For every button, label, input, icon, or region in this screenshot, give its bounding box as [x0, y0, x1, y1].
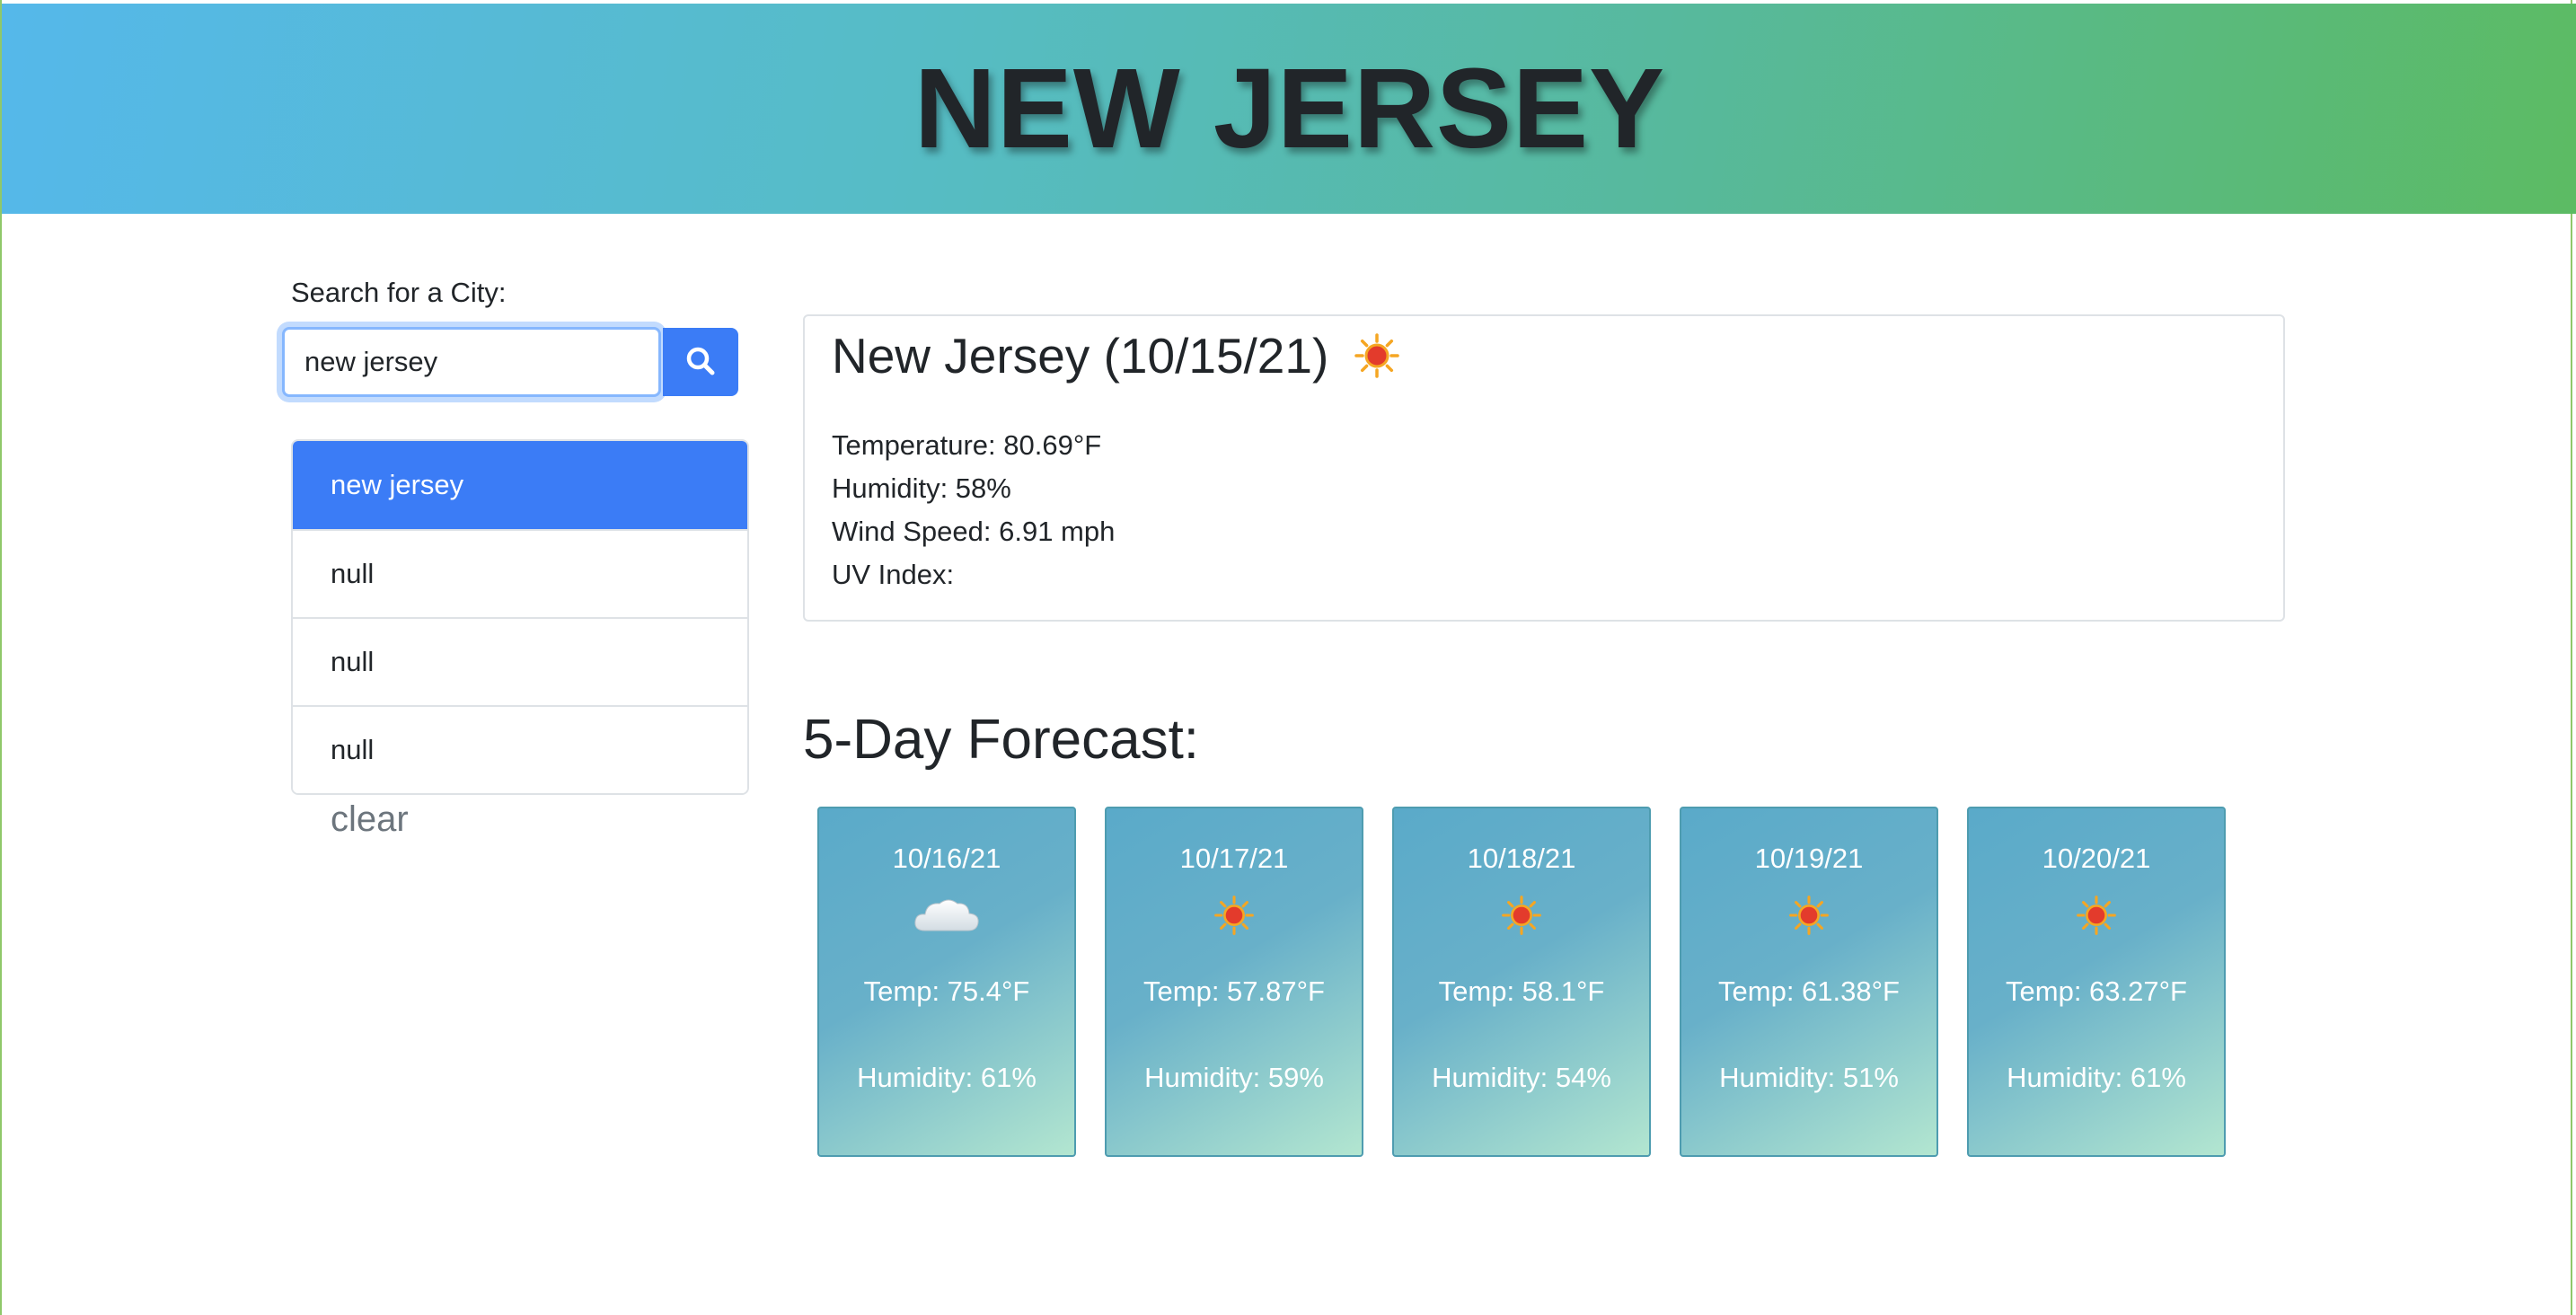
sun-icon [1969, 895, 2224, 936]
forecast-temp: Temp: 63.27°F [2006, 975, 2187, 1007]
forecast-heading: 5-Day Forecast: [803, 709, 1200, 771]
search-input[interactable] [282, 327, 661, 397]
search-button[interactable] [663, 328, 738, 396]
page-header: NEW JERSEY [2, 4, 2576, 214]
page-title: NEW JERSEY [913, 45, 1666, 172]
forecast-humidity: Humidity: 59% [1144, 1062, 1324, 1093]
forecast-temp: Temp: 58.1°F [1438, 975, 1605, 1007]
current-weather-card: New Jersey (10/15/21) Temperature: 80.69… [803, 314, 2285, 622]
history-item[interactable]: new jersey [293, 441, 747, 529]
forecast-temp: Temp: 57.87°F [1143, 975, 1325, 1007]
forecast-temp: Temp: 61.38°F [1718, 975, 1900, 1007]
sun-icon [1354, 332, 1400, 379]
forecast-card: 10/17/21 Temp: 57.87°F Humidity: 59% [1105, 807, 1363, 1157]
search-label: Search for a City: [291, 277, 507, 308]
forecast-date: 10/18/21 [1467, 843, 1576, 874]
forecast-humidity: Humidity: 61% [2007, 1062, 2186, 1093]
history-item[interactable]: null [293, 529, 747, 617]
history-item[interactable]: null [293, 617, 747, 705]
sun-icon [1394, 895, 1649, 936]
search-history-list: new jersey null null null [291, 439, 749, 795]
app-frame: NEW JERSEY Search for a City: new jersey… [0, 0, 2576, 1315]
forecast-date: 10/19/21 [1754, 843, 1864, 874]
search-icon [685, 346, 716, 379]
forecast-card: 10/19/21 Temp: 61.38°F Humidity: 51% [1680, 807, 1938, 1157]
forecast-humidity: Humidity: 61% [857, 1062, 1037, 1093]
current-city-date: New Jersey (10/15/21) [832, 328, 1329, 384]
current-uv-index: UV Index: [832, 559, 955, 590]
cloud-icon [819, 895, 1074, 936]
history-item[interactable]: null [293, 705, 747, 793]
clear-history-button[interactable]: clear [331, 799, 409, 840]
current-temperature: Temperature: 80.69°F [832, 429, 1102, 461]
forecast-humidity: Humidity: 51% [1719, 1062, 1899, 1093]
sun-icon [1107, 895, 1362, 936]
current-wind-speed: Wind Speed: 6.91 mph [832, 516, 1116, 547]
forecast-date: 10/20/21 [2042, 843, 2151, 874]
current-weather-title: New Jersey (10/15/21) [832, 327, 1400, 384]
forecast-humidity: Humidity: 54% [1432, 1062, 1611, 1093]
forecast-card: 10/18/21 Temp: 58.1°F Humidity: 54% [1392, 807, 1651, 1157]
forecast-date: 10/17/21 [1179, 843, 1289, 874]
forecast-temp: Temp: 75.4°F [863, 975, 1030, 1007]
current-humidity: Humidity: 58% [832, 472, 1011, 504]
current-weather-stats: Temperature: 80.69°F Humidity: 58% Wind … [832, 424, 1115, 596]
forecast-card: 10/20/21 Temp: 63.27°F Humidity: 61% [1967, 807, 2226, 1157]
sun-icon [1681, 895, 1936, 936]
forecast-date: 10/16/21 [892, 843, 1001, 874]
forecast-card: 10/16/21 Temp: 75.4°F Humidity: 61% [817, 807, 1076, 1157]
